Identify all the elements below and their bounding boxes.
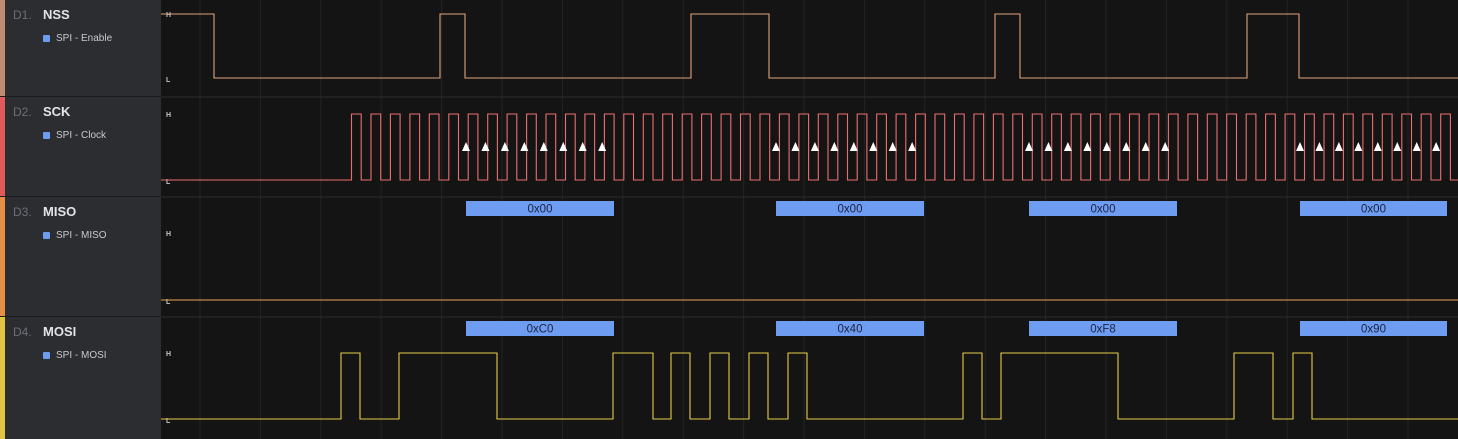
sample-arrow-icon <box>772 142 780 151</box>
analyzer-label: SPI - MOSI <box>56 350 107 361</box>
sample-arrow-icon <box>830 142 839 151</box>
level-label-high: H <box>166 351 171 358</box>
sample-arrow-icon <box>1334 142 1343 151</box>
channel-name: SCK <box>43 104 71 119</box>
mosi-frame-value: 0xC0 <box>527 324 554 336</box>
sample-arrow-icon <box>1432 142 1441 151</box>
sample-arrow-icon <box>1373 142 1382 151</box>
sample-arrow-icon <box>1315 142 1324 151</box>
channel-index: D1. <box>13 8 32 22</box>
sample-arrow-icon <box>1296 142 1304 151</box>
sample-arrow-icon <box>888 142 897 151</box>
sck-trace <box>161 113 1458 181</box>
sample-arrow-icon <box>462 142 470 151</box>
nss-trace <box>161 13 1458 79</box>
level-label-high: H <box>166 112 171 119</box>
sample-arrow-icon <box>578 142 587 151</box>
channel-sidebar: D1. NSS SPI - Enable D2. SCK SPI - Clock… <box>0 0 161 439</box>
sample-arrow-icon <box>791 142 800 151</box>
level-label-high: H <box>166 12 171 19</box>
channel-index: D2. <box>13 105 32 119</box>
channel-index: D4. <box>13 325 32 339</box>
analyzer-label: SPI - MISO <box>56 230 107 241</box>
miso-frame-value: 0x00 <box>1361 204 1386 216</box>
channel-color-bar <box>0 0 5 96</box>
channel-color-bar <box>0 97 5 196</box>
level-label-low: L <box>166 77 171 84</box>
waveform-area[interactable]: HLHLHLHL0x00 0x00 0x00 0x000xC0 0x40 0xF8 0x90 <box>161 0 1458 439</box>
sample-arrow-icon <box>849 142 858 151</box>
channel-color-bar <box>0 317 5 439</box>
analyzer-label: SPI - Clock <box>56 130 107 141</box>
analyzer-tag[interactable]: SPI - Clock <box>43 130 106 141</box>
analyzer-tag[interactable]: SPI - MISO <box>43 230 107 241</box>
sample-arrow-icon <box>810 142 819 151</box>
analyzer-label: SPI - Enable <box>56 33 113 44</box>
miso-frame-value: 0x00 <box>1091 204 1116 216</box>
sample-arrow-icon <box>908 142 917 151</box>
channel-miso[interactable]: D3. MISO SPI - MISO <box>0 197 161 317</box>
channel-sck[interactable]: D2. SCK SPI - Clock <box>0 97 161 197</box>
analyzer-tag[interactable]: SPI - MOSI <box>43 350 107 361</box>
channel-index: D3. <box>13 205 32 219</box>
channel-nss[interactable]: D1. NSS SPI - Enable <box>0 0 161 97</box>
level-label-high: H <box>166 231 171 238</box>
sample-arrow-icon <box>1354 142 1363 151</box>
analyzer-dot-icon <box>43 132 50 139</box>
analyzer-dot-icon <box>43 35 50 42</box>
mosi-frame-value: 0x90 <box>1361 324 1386 336</box>
sample-arrow-icon <box>1412 142 1421 151</box>
miso-frame-value: 0x00 <box>838 204 863 216</box>
miso-frame-value: 0x00 <box>528 204 553 216</box>
channel-name: MOSI <box>43 324 77 339</box>
channel-mosi[interactable]: D4. MOSI SPI - MOSI <box>0 317 161 439</box>
analyzer-dot-icon <box>43 232 50 239</box>
sample-arrow-icon <box>1393 142 1402 151</box>
sample-arrow-icon <box>539 142 548 151</box>
channel-color-bar <box>0 197 5 316</box>
mosi-frame-value: 0xF8 <box>1090 324 1116 336</box>
mosi-trace <box>161 352 1458 420</box>
sample-arrow-icon <box>869 142 878 151</box>
analyzer-dot-icon <box>43 352 50 359</box>
analyzer-tag[interactable]: SPI - Enable <box>43 33 112 44</box>
channel-name: MISO <box>43 204 77 219</box>
mosi-frame-value: 0x40 <box>838 324 863 336</box>
channel-name: NSS <box>43 7 70 22</box>
